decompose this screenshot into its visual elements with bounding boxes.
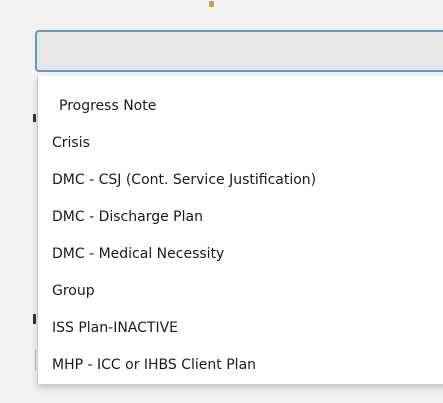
dropdown-option-iss-plan-inactive[interactable]: ISS Plan-INACTIVE — [52, 316, 178, 340]
page: Progress Note Crisis DMC - CSJ (Cont. Se… — [0, 0, 443, 403]
dropdown-option-dmc-discharge-plan[interactable]: DMC - Discharge Plan — [52, 205, 203, 229]
cropped-field-edge — [35, 350, 36, 370]
dropdown-option-crisis[interactable]: Crisis — [52, 131, 90, 155]
cropped-icon — [209, 1, 214, 7]
note-type-dropdown-list: Progress Note Crisis DMC - CSJ (Cont. Se… — [37, 76, 443, 384]
note-type-select[interactable] — [35, 30, 443, 72]
dropdown-option-mhp-icc-ihbs-client-plan[interactable]: MHP - ICC or IHBS Client Plan — [52, 353, 256, 377]
dropdown-option-dmc-medical-necessity[interactable]: DMC - Medical Necessity — [52, 242, 224, 266]
cropped-label-fragment — [33, 114, 36, 122]
dropdown-option-progress-note[interactable]: Progress Note — [59, 94, 156, 118]
cropped-header-area — [0, 0, 443, 12]
cropped-label-fragment — [33, 314, 36, 324]
dropdown-option-dmc-csj[interactable]: DMC - CSJ (Cont. Service Justification) — [52, 168, 316, 192]
dropdown-option-group[interactable]: Group — [52, 279, 95, 303]
